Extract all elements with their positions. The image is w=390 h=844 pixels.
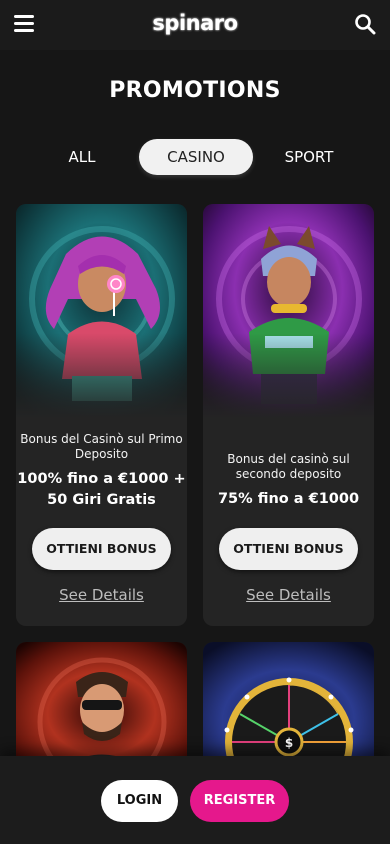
top-header: spinaro <box>0 0 390 50</box>
see-details-link[interactable]: See Details <box>16 586 187 604</box>
tab-all[interactable]: ALL <box>56 139 108 175</box>
promo-subtitle: Bonus del Casinò sul Primo Deposito <box>20 432 183 461</box>
see-details-link[interactable]: See Details <box>203 586 374 604</box>
claim-bonus-button[interactable]: OTTIENI BONUS <box>32 528 171 570</box>
page-title: PROMOTIONS <box>109 78 281 103</box>
character-with-cat-ears-illustration <box>203 204 374 419</box>
category-tabs: ALL CASINO SPORT <box>0 139 390 177</box>
login-button[interactable]: LOGIN <box>101 780 178 822</box>
man-with-sunglasses-illustration <box>16 642 187 772</box>
auth-footer: LOGIN REGISTER <box>0 756 390 844</box>
claim-bonus-button[interactable]: OTTIENI BONUS <box>219 528 358 570</box>
promo-card: $ <box>203 642 374 772</box>
promo-card-second-deposit: Bonus del casinò sul secondo deposito 75… <box>203 204 374 626</box>
promo-card <box>16 642 187 772</box>
logo[interactable]: spinaro <box>0 11 390 35</box>
promo-text: Bonus del Casinò sul Primo Deposito 100%… <box>16 432 187 511</box>
search-icon[interactable] <box>354 13 376 35</box>
tab-casino[interactable]: CASINO <box>139 139 253 175</box>
girl-with-lollipop-illustration <box>16 204 187 419</box>
promo-subtitle: Bonus del casinò sul secondo deposito <box>227 452 350 481</box>
tab-sport[interactable]: SPORT <box>274 139 344 175</box>
register-button[interactable]: REGISTER <box>190 780 289 822</box>
svg-text:$: $ <box>285 736 293 750</box>
promo-offer: 75% fino a €1000 <box>217 491 360 507</box>
promo-text: Bonus del casinò sul secondo deposito 75… <box>203 452 374 510</box>
prize-wheel-illustration: $ <box>203 642 374 772</box>
promo-card-first-deposit: Bonus del Casinò sul Primo Deposito 100%… <box>16 204 187 626</box>
promo-offer: 100% fino a €1000 + 50 Giri Gratis <box>17 471 186 508</box>
